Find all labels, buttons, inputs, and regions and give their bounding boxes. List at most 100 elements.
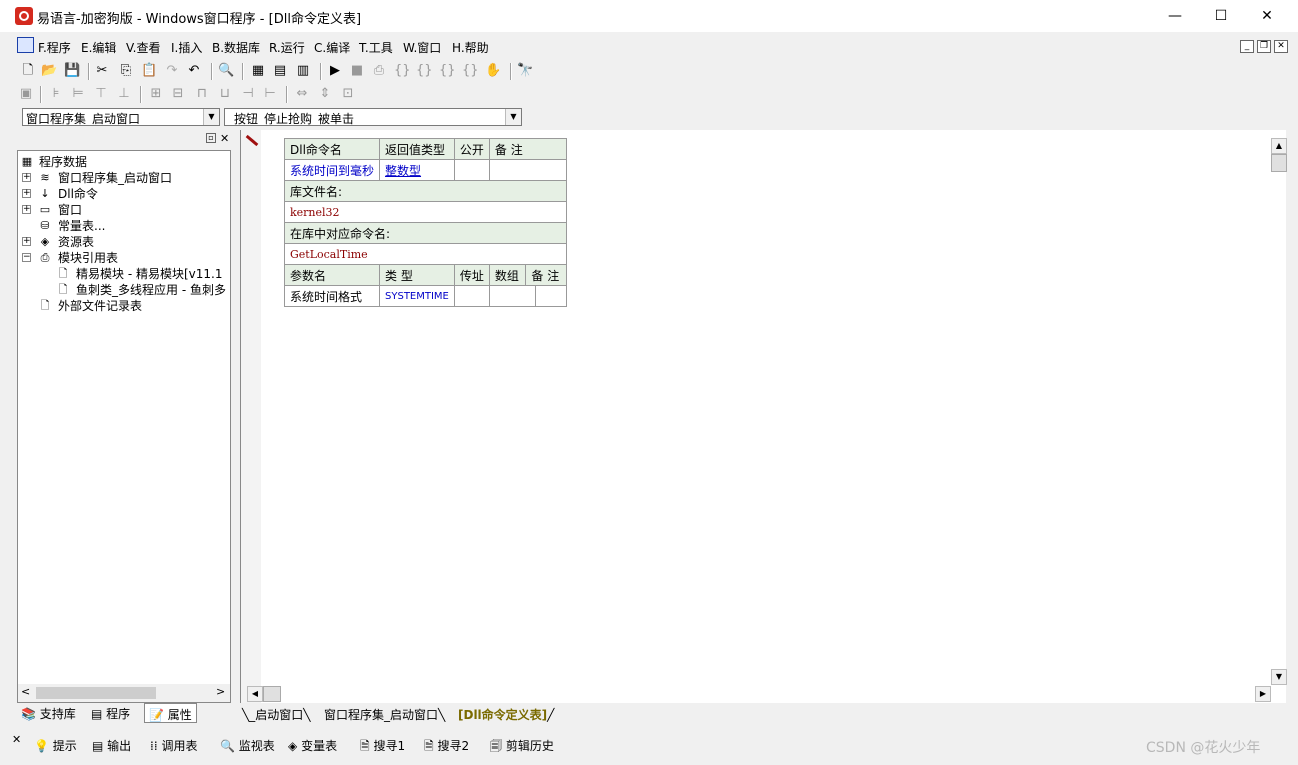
save-icon[interactable]: 💾 bbox=[64, 63, 80, 79]
expand-icon[interactable]: + bbox=[22, 237, 31, 246]
scroll-left-icon[interactable]: < bbox=[21, 685, 30, 698]
remark-cell[interactable] bbox=[535, 286, 566, 306]
step-into-icon[interactable]: {} bbox=[394, 63, 411, 79]
return-type-cell[interactable]: 整数型 bbox=[379, 159, 455, 181]
tab-output[interactable]: ▤ 输出 bbox=[92, 737, 131, 754]
same-width-icon[interactable]: ⊓ bbox=[194, 86, 210, 102]
tab-properties[interactable]: 📝 属性 bbox=[144, 703, 197, 723]
cut-icon[interactable]: ✂ bbox=[94, 63, 110, 79]
size-icon[interactable]: ⊡ bbox=[340, 86, 356, 102]
maximize-button[interactable]: ☐ bbox=[1198, 0, 1244, 32]
vscroll-thumb[interactable] bbox=[1271, 154, 1287, 172]
document-icon[interactable] bbox=[17, 37, 34, 53]
status-close-icon[interactable]: ✕ bbox=[12, 733, 21, 746]
dll-name-cell[interactable]: 系统时间到毫秒 bbox=[283, 159, 381, 181]
binoculars-icon[interactable]: 🔭 bbox=[517, 63, 533, 79]
scroll-right-icon[interactable]: ▶ bbox=[1255, 686, 1271, 702]
undo-icon[interactable]: ↶ bbox=[186, 63, 202, 79]
menu-tools[interactable]: T.工具 bbox=[359, 39, 393, 56]
tree-item[interactable]: + ≋ 窗口程序集_启动窗口 bbox=[22, 170, 222, 186]
tree-subitem[interactable]: 🗋 鱼刺类_多线程应用 - 鱼刺多 bbox=[56, 282, 230, 298]
menu-window[interactable]: W.窗口 bbox=[403, 39, 441, 56]
step-out-icon[interactable]: {} bbox=[439, 63, 456, 79]
menu-run[interactable]: R.运行 bbox=[269, 39, 305, 56]
minimize-button[interactable]: — bbox=[1152, 0, 1198, 32]
param-name-cell[interactable]: 系统时间格式 bbox=[283, 285, 381, 307]
tree-item[interactable]: + ↓ Dll命令 bbox=[22, 186, 222, 202]
tab-dll-table[interactable]: [Dll命令定义表]╱ bbox=[458, 706, 554, 723]
class-selector[interactable]: 窗口程序集_启动窗口 ▼ bbox=[22, 108, 220, 126]
tree-item[interactable]: + ▭ 窗口 bbox=[22, 202, 222, 218]
hand-icon[interactable]: ✋ bbox=[485, 63, 501, 79]
scroll-thumb[interactable] bbox=[36, 687, 156, 699]
tab-support-library[interactable]: 📚 支持库 bbox=[17, 703, 80, 723]
expand-icon[interactable]: + bbox=[22, 189, 31, 198]
tab-clip-history[interactable]: 🗐 剪辑历史 bbox=[490, 737, 554, 758]
layout1-icon[interactable]: ▦ bbox=[250, 63, 266, 79]
find-icon[interactable]: 🔍 bbox=[218, 63, 234, 79]
tab-search2[interactable]: 🗎 搜寻2 bbox=[424, 737, 469, 758]
array-cell[interactable] bbox=[489, 286, 536, 306]
scroll-left-icon[interactable]: ◀ bbox=[247, 686, 263, 702]
width-icon[interactable]: ⇔ bbox=[294, 86, 310, 102]
menu-edit[interactable]: E.编辑 bbox=[81, 39, 116, 56]
stop-icon[interactable]: ■ bbox=[349, 63, 365, 79]
menu-database[interactable]: B.数据库 bbox=[212, 39, 260, 56]
tab-hint[interactable]: 💡 提示 bbox=[34, 737, 77, 754]
layout3-icon[interactable]: ▥ bbox=[295, 63, 311, 79]
mdi-restore-button[interactable]: ❐ bbox=[1257, 40, 1271, 53]
menu-view[interactable]: V.查看 bbox=[126, 39, 160, 56]
chevron-down-icon[interactable]: ▼ bbox=[203, 109, 219, 125]
open-folder-icon[interactable]: 📂 bbox=[41, 63, 57, 79]
tree-item[interactable]: − ⎙ 模块引用表 bbox=[22, 250, 222, 266]
menu-compile[interactable]: C.编译 bbox=[314, 39, 350, 56]
layout2-icon[interactable]: ▤ bbox=[272, 63, 288, 79]
tab-program[interactable]: ▤ 程序 bbox=[87, 703, 134, 723]
height-icon[interactable]: ⇕ bbox=[317, 86, 333, 102]
align-right-icon[interactable]: ⊨ bbox=[70, 86, 86, 102]
align-top-icon[interactable]: ⊤ bbox=[93, 86, 109, 102]
hscroll-thumb[interactable] bbox=[263, 686, 281, 702]
tab-watch[interactable]: 🔍 监视表 bbox=[220, 737, 275, 754]
tree-subitem[interactable]: 🗋 精易模块 - 精易模块[v11.1 bbox=[56, 266, 230, 282]
align-bottom-icon[interactable]: ⊥ bbox=[116, 86, 132, 102]
menu-insert[interactable]: I.插入 bbox=[171, 39, 202, 56]
tree-item[interactable]: + ◈ 资源表 bbox=[22, 234, 222, 250]
tree-item[interactable]: ⛁ 常量表... bbox=[22, 218, 222, 234]
tab-search1[interactable]: 🗎 搜寻1 bbox=[360, 737, 405, 758]
tab-class-window[interactable]: 窗口程序集_启动窗口╲ bbox=[324, 706, 445, 723]
menu-program[interactable]: F.程序 bbox=[38, 39, 71, 56]
mdi-close-button[interactable]: ✕ bbox=[1274, 40, 1288, 53]
center-v-icon[interactable]: ⊟ bbox=[170, 86, 186, 102]
tab-call-table[interactable]: ⁞⁞ 调用表 bbox=[150, 737, 197, 754]
breakpoint-icon[interactable]: {} bbox=[462, 63, 479, 79]
tree-hscrollbar[interactable]: < > bbox=[18, 684, 230, 702]
redo-icon[interactable]: ↷ bbox=[164, 63, 180, 79]
panel-close-icon[interactable]: ✕ bbox=[220, 132, 229, 145]
method-selector[interactable]: _按钮_停止抢购_被单击 ▼ bbox=[224, 108, 522, 126]
lib-value-cell[interactable]: kernel32 bbox=[284, 201, 567, 223]
param-type-cell[interactable]: SYSTEMTIME bbox=[379, 285, 455, 307]
run-icon[interactable]: ▶ bbox=[327, 63, 343, 79]
tab-variables[interactable]: ◈ 变量表 bbox=[288, 737, 337, 754]
space-h-icon[interactable]: ⊣ bbox=[240, 86, 256, 102]
byref-cell[interactable] bbox=[453, 285, 490, 307]
align-left-icon[interactable]: ⊧ bbox=[48, 86, 64, 102]
expand-icon[interactable]: + bbox=[22, 205, 31, 214]
scroll-down-icon[interactable]: ▼ bbox=[1271, 669, 1287, 685]
scroll-right-icon[interactable]: > bbox=[216, 685, 225, 698]
collapse-icon[interactable]: − bbox=[22, 253, 31, 262]
paste-icon[interactable]: 📋 bbox=[141, 63, 157, 79]
same-height-icon[interactable]: ⊔ bbox=[217, 86, 233, 102]
tree-item[interactable]: 🗋 外部文件记录表 bbox=[22, 298, 222, 314]
new-file-icon[interactable]: 🗋 bbox=[20, 63, 36, 79]
cmd-value-cell[interactable]: GetLocalTime bbox=[284, 243, 567, 265]
remark-cell[interactable] bbox=[488, 159, 567, 181]
tab-start-window[interactable]: ╲_启动窗口╲ bbox=[242, 706, 310, 723]
chevron-down-icon[interactable]: ▼ bbox=[505, 109, 521, 125]
space-v-icon[interactable]: ⊢ bbox=[262, 86, 278, 102]
close-button[interactable]: ✕ bbox=[1244, 0, 1290, 32]
menu-help[interactable]: H.帮助 bbox=[452, 39, 489, 56]
expand-icon[interactable]: + bbox=[22, 173, 31, 182]
step-over-icon[interactable]: {} bbox=[416, 63, 433, 79]
